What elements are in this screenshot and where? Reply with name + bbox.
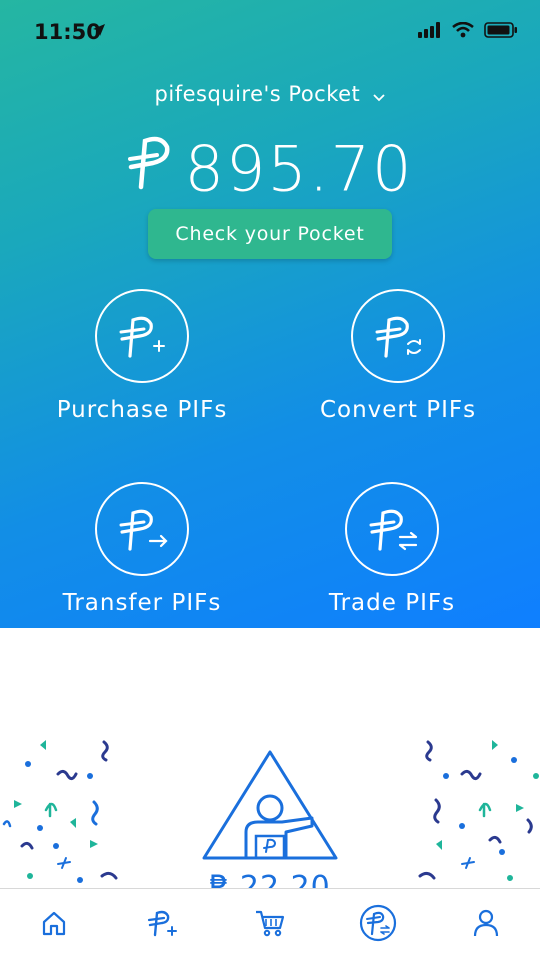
action-label: Purchase PIFs [56, 397, 228, 423]
pif-plus-icon [95, 289, 189, 383]
balance: 895.70 [0, 128, 540, 206]
pif-trade-icon [345, 482, 439, 576]
confetti-illustration [2, 740, 539, 883]
balance-amount: 895.70 [184, 132, 414, 206]
pif-transfer-icon [95, 482, 189, 576]
action-label: Trade PIFs [328, 590, 456, 616]
transfer-pifs-button[interactable]: Transfer PIFs [12, 482, 272, 616]
status-indicators [418, 21, 518, 42]
wallet-selector[interactable]: pifesquire's Pocket [0, 82, 540, 107]
check-pocket-button[interactable]: Check your Pocket [148, 209, 392, 259]
status-time: 11:50 [34, 20, 101, 44]
location-arrow-icon [92, 22, 106, 41]
trade-pifs-button[interactable]: Trade PIFs [262, 482, 522, 616]
profile-icon [472, 908, 500, 942]
chevron-down-icon [373, 83, 386, 107]
action-label: Transfer PIFs [62, 590, 222, 616]
bottom-tab-bar [0, 888, 540, 960]
tab-cart[interactable] [216, 889, 324, 960]
tab-profile[interactable] [432, 889, 540, 960]
wallet-name: pifesquire's Pocket [154, 82, 361, 106]
pocket-hero: 11:50 pifesquire's Pocket 895.70 Check y… [0, 0, 540, 628]
home-icon [40, 909, 68, 941]
status-bar: 11:50 [0, 0, 540, 64]
convert-pifs-button[interactable]: Convert PIFs [268, 289, 528, 423]
tab-home[interactable] [0, 889, 108, 960]
tab-pocket[interactable] [324, 889, 432, 960]
action-label: Convert PIFs [319, 397, 477, 423]
promo-banner[interactable] [0, 700, 540, 888]
battery-icon [484, 22, 518, 42]
tab-purchase[interactable] [108, 889, 216, 960]
wifi-icon [452, 21, 474, 42]
purchase-pifs-button[interactable]: Purchase PIFs [12, 289, 272, 423]
pif-trade-icon [359, 904, 397, 946]
pif-currency-icon [127, 133, 171, 206]
cart-icon [254, 908, 286, 942]
pif-convert-icon [351, 289, 445, 383]
pif-plus-icon [146, 907, 178, 943]
signal-icon [418, 22, 442, 42]
